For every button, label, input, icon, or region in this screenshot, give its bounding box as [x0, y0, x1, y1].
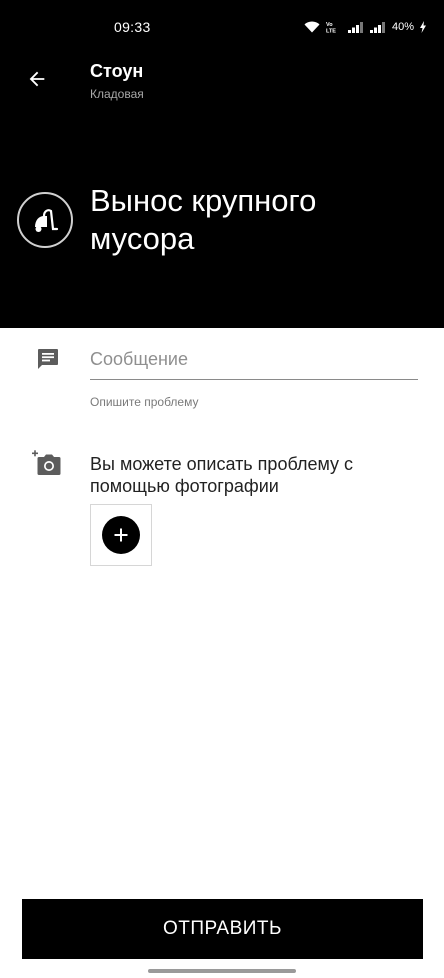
svg-text:Vo: Vo [326, 22, 333, 28]
vacuum-cleaner-icon [17, 192, 73, 248]
photo-description-text: Вы можете описать проблему с помощью фот… [90, 454, 354, 496]
signal-icon-1 [347, 21, 364, 33]
page-title: Стоун [90, 61, 144, 81]
status-time: 09:33 [114, 19, 151, 35]
message-icon [36, 347, 60, 371]
wifi-icon [304, 21, 320, 33]
battery-percent: 40% [391, 21, 414, 33]
svg-text:LTE: LTE [326, 29, 336, 34]
plus-icon [102, 516, 140, 554]
page-subtitle: Кладовая [90, 87, 144, 101]
charging-icon [420, 21, 426, 33]
status-bar: 09:33 Vo LTE 40% [0, 0, 444, 56]
signal-icon-2 [369, 21, 386, 33]
arrow-left-icon [29, 71, 45, 87]
service-title: Вынос крупного мусора [90, 183, 317, 256]
message-input[interactable] [90, 346, 418, 380]
submit-button[interactable]: ОТПРАВИТЬ [22, 899, 423, 959]
home-indicator[interactable] [148, 969, 296, 973]
status-icons: Vo LTE 40% [304, 17, 426, 37]
message-helper-text: Опишите проблему [90, 395, 199, 409]
volte-icon: Vo LTE [326, 21, 342, 33]
header-panel: 09:33 Vo LTE 40% Стоун Кладовая Вынос кр… [0, 0, 444, 328]
add-photo-button[interactable] [90, 504, 152, 566]
back-button[interactable] [20, 62, 54, 96]
add-photo-icon [31, 449, 63, 477]
